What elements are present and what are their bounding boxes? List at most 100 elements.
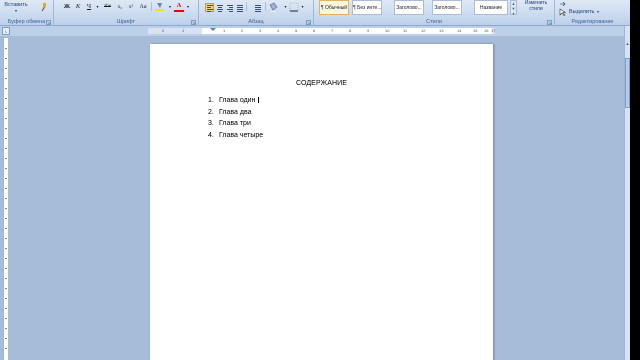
clipboard-dialog-launcher[interactable]: ↘ xyxy=(46,20,51,25)
text-cursor xyxy=(258,97,260,103)
editing-group: Выделить ▾ Редактирование xyxy=(555,0,630,26)
align-center-button[interactable] xyxy=(215,3,224,12)
change-case-button[interactable]: Aa xyxy=(137,2,149,12)
ruler-tick: 6 xyxy=(313,28,316,33)
borders-icon[interactable] xyxy=(289,2,299,12)
superscript-button[interactable]: x² xyxy=(126,2,136,12)
style-heading-1[interactable]: Заголово... xyxy=(394,0,424,15)
underline-button[interactable]: Ч xyxy=(84,2,94,12)
ruler-tick: 17 xyxy=(491,28,496,33)
ruler-tick: 2 xyxy=(241,28,244,33)
change-styles-label: Изменить стили xyxy=(524,0,548,12)
style-title[interactable]: Название xyxy=(474,0,508,15)
styles-group-label: Стили xyxy=(426,19,442,25)
list-text: Глава три xyxy=(219,120,251,127)
strikethrough-button[interactable]: abe xyxy=(101,2,114,12)
separator xyxy=(246,2,247,11)
vertical-scrollbar[interactable]: ▲ xyxy=(624,26,630,360)
replace-icon[interactable] xyxy=(559,1,567,7)
ruler-text-area xyxy=(202,28,492,34)
document-heading: СОДЕРЖАНИЕ xyxy=(295,80,348,87)
list-item: 3. Глава три xyxy=(208,120,263,132)
ruler-tick: 8 xyxy=(349,28,352,33)
change-styles-button[interactable]: Изменить стили xyxy=(519,0,553,18)
font-dialog-launcher[interactable]: ↘ xyxy=(191,20,196,25)
ruler-bar: ⌞ 2 1 1 2 3 4 5 6 7 8 9 10 11 12 13 14 1… xyxy=(0,26,630,36)
tab-selector-button[interactable]: ⌞ xyxy=(2,27,10,35)
font-group-label: Шрифт xyxy=(116,19,136,25)
ruler-tick: 9 xyxy=(367,28,370,33)
ruler-tick: 3 xyxy=(259,28,262,33)
ruler-tick: 4 xyxy=(277,28,280,33)
styles-gallery-scroll[interactable]: ▲ ▼ ▾ xyxy=(510,0,517,16)
chevron-down-icon[interactable]: ▾ xyxy=(167,2,173,12)
separator xyxy=(265,2,266,11)
ruler-tick: 13 xyxy=(439,28,444,33)
select-button[interactable]: Выделить xyxy=(569,9,594,15)
separator xyxy=(151,2,152,11)
ruler-tick: 2 xyxy=(162,28,165,33)
ruler-tick: 16 xyxy=(484,28,489,33)
styles-dialog-launcher[interactable]: ↘ xyxy=(547,20,552,25)
vertical-ruler[interactable] xyxy=(3,38,8,360)
style-heading-2[interactable]: Заголово... xyxy=(432,0,462,15)
contents-list: 1. Глава один 2. Глава два 3. Глава три … xyxy=(208,97,263,143)
paragraph-dialog-launcher[interactable]: ↘ xyxy=(306,20,311,25)
ruler-tick: 1 xyxy=(182,28,185,33)
highlight-color-icon[interactable] xyxy=(154,2,166,12)
ruler-tick: 7 xyxy=(331,28,334,33)
clipboard-group: Вставить ▾ Буфер обмена ↘ xyxy=(0,0,54,26)
list-text: Глава четыре xyxy=(219,131,264,139)
list-item: 4. Глава четыре xyxy=(208,132,263,144)
chevron-down-icon[interactable]: ▾ xyxy=(283,2,288,12)
list-item: 2. Глава два xyxy=(208,109,263,121)
line-spacing-button[interactable] xyxy=(249,3,263,12)
editing-group-label: Редактирование xyxy=(571,19,614,25)
chevron-down-icon[interactable]: ▾ xyxy=(185,2,191,12)
select-arrow-icon[interactable] xyxy=(559,8,566,16)
chevron-down-icon: ▾ xyxy=(14,8,17,13)
scrollbar-thumb[interactable] xyxy=(625,58,630,108)
style-no-spacing[interactable]: ¶ Без инте... xyxy=(352,0,382,15)
align-left-button[interactable] xyxy=(205,3,214,12)
paragraph-group: ▾ ▾ Абзац ↘ xyxy=(199,0,314,26)
align-right-button[interactable] xyxy=(225,3,234,12)
list-number: 4. xyxy=(208,131,214,139)
ruler-tick: 14 xyxy=(457,28,462,33)
paragraph-buttons: ▾ ▾ xyxy=(205,2,305,12)
paragraph-group-label: Абзац xyxy=(248,19,264,25)
format-painter-icon[interactable] xyxy=(38,2,48,12)
list-number: 3. xyxy=(208,120,214,127)
bold-button[interactable]: Ж xyxy=(62,2,72,12)
ruler-tick: 11 xyxy=(403,28,408,33)
ribbon: Вставить ▾ Буфер обмена ↘ Ж К Ч ▾ abe x₂… xyxy=(0,0,630,26)
italic-button[interactable]: К xyxy=(73,2,83,12)
horizontal-ruler[interactable]: 2 1 1 2 3 4 5 6 7 8 9 10 11 12 13 14 15 … xyxy=(148,28,495,34)
font-format-buttons: Ж К Ч ▾ abe x₂ x² Aa ▾ A ▾ xyxy=(62,2,191,12)
shading-icon[interactable] xyxy=(268,2,282,12)
ruler-tick: 15 xyxy=(473,28,478,33)
ruler-tick: 10 xyxy=(385,28,390,33)
font-group: Ж К Ч ▾ abe x₂ x² Aa ▾ A ▾ Шрифт ↘ xyxy=(54,0,199,26)
chevron-down-icon[interactable]: ▾ xyxy=(300,2,305,12)
list-number: 2. xyxy=(208,108,214,116)
font-color-button[interactable]: A xyxy=(174,2,184,12)
subscript-button[interactable]: x₂ xyxy=(115,2,125,12)
ruler-tick: 1 xyxy=(223,28,226,33)
justify-button[interactable] xyxy=(235,3,244,12)
scroll-up-icon[interactable]: ▲ xyxy=(625,40,630,47)
underline-dropdown-icon[interactable]: ▾ xyxy=(95,2,100,12)
ruler-tick: 5 xyxy=(295,28,298,33)
chevron-down-icon[interactable]: ▾ xyxy=(597,9,599,14)
list-item: 1. Глава один xyxy=(208,97,263,109)
list-text: Глава два xyxy=(219,108,252,116)
word-window: Вставить ▾ Буфер обмена ↘ Ж К Ч ▾ abe x₂… xyxy=(0,0,630,360)
ruler-tick: 12 xyxy=(421,28,426,33)
list-number: 1. xyxy=(208,97,214,104)
first-line-indent-marker[interactable] xyxy=(210,28,216,31)
document-page[interactable]: СОДЕРЖАНИЕ 1. Глава один 2. Глава два 3.… xyxy=(150,44,493,360)
paste-button[interactable]: Вставить ▾ xyxy=(3,1,29,18)
style-normal[interactable]: ¶ Обычный xyxy=(319,0,349,15)
list-text: Глава один xyxy=(219,97,256,104)
styles-group: ¶ Обычный ¶ Без инте... Заголово... Заго… xyxy=(314,0,555,26)
